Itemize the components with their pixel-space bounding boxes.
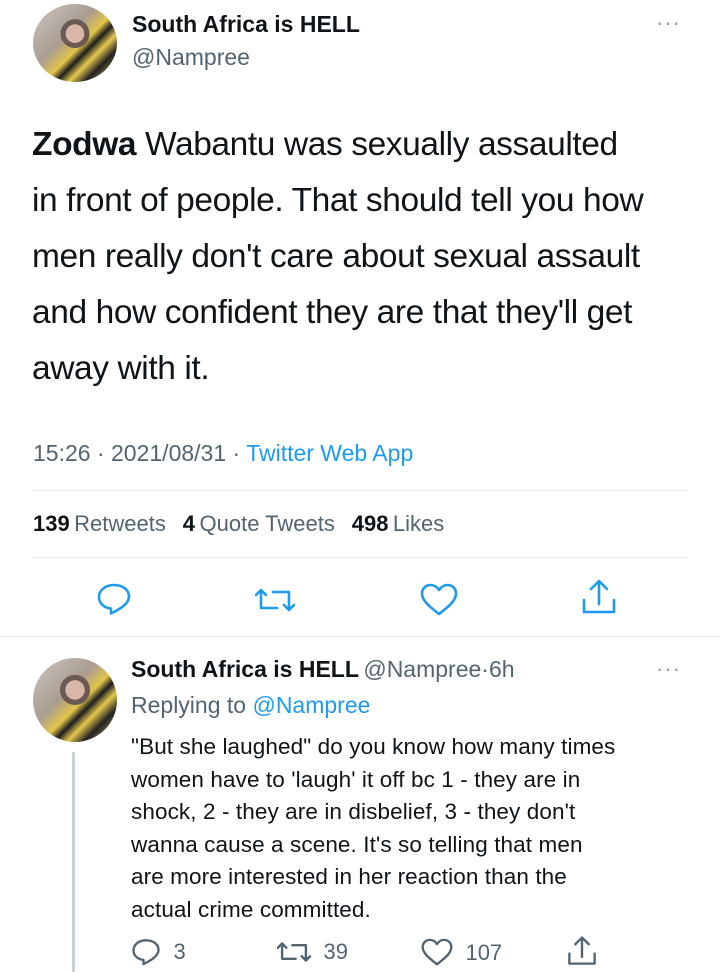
avatar[interactable] — [33, 658, 117, 742]
retweets-label: Retweets — [74, 511, 166, 536]
tweet-line-1-rest: Wabantu was sexually assaulted — [136, 126, 618, 163]
heart-icon[interactable] — [420, 583, 458, 617]
share-icon[interactable] — [566, 935, 598, 967]
replying-to-label: Replying to — [131, 692, 247, 718]
share-icon[interactable] — [580, 578, 618, 616]
retweets-stat[interactable]: 139 Retweets — [33, 511, 170, 536]
quote-tweets-count: 4 — [182, 511, 196, 536]
tweet-line-3: men really don't care about sexual assau… — [32, 238, 640, 275]
likes-count: 498 — [351, 511, 389, 536]
reply-count: 3 — [173, 939, 186, 964]
tweet-age[interactable]: 6h — [489, 656, 515, 682]
retweets-count: 139 — [33, 511, 70, 536]
like-count: 107 — [465, 939, 503, 965]
user-handle[interactable]: @Nampree — [132, 44, 250, 71]
retweet-count: 39 — [323, 939, 348, 964]
meta-separator: · — [232, 440, 241, 466]
display-name[interactable]: South Africa is HELL — [132, 11, 360, 38]
reply-icon[interactable] — [96, 582, 132, 616]
tweet-text: Zodwa Wabantu was sexually assaulted in … — [32, 117, 712, 397]
quote-tweets-stat[interactable]: 4 Quote Tweets — [183, 511, 340, 536]
retweet-icon — [277, 938, 311, 966]
quote-tweets-label: Quote Tweets — [199, 511, 335, 536]
reply-line: actual crime committed. — [131, 896, 371, 922]
divider — [32, 490, 688, 491]
reply-line: are more interested in her reaction than… — [131, 864, 567, 889]
reply-like-button[interactable]: 107 — [421, 938, 502, 967]
tweet-date[interactable]: 2021/08/31 — [111, 440, 226, 466]
user-handle[interactable]: @Nampree — [363, 656, 481, 682]
more-icon[interactable]: ··· — [656, 656, 681, 682]
tweet-source-link[interactable]: Twitter Web App — [246, 440, 413, 466]
more-icon[interactable]: ··· — [656, 10, 681, 36]
reply-header: South Africa is HELL @Nampree·6h — [131, 656, 515, 683]
likes-stat[interactable]: 498 Likes — [352, 511, 445, 536]
tweet-line-4: and how confident they are that they'll … — [32, 294, 633, 331]
retweet-icon[interactable] — [255, 584, 295, 616]
tweet-line-1: Zodwa Wabantu was sexually assaulted — [32, 117, 712, 173]
reply-icon — [131, 937, 161, 967]
display-name[interactable]: South Africa is HELL — [131, 656, 359, 682]
reply-line: "But she laughed" do you know how many t… — [131, 734, 616, 759]
header-dot: · — [481, 656, 489, 682]
tweet-bold-word[interactable]: Zodwa — [32, 126, 136, 163]
tweet-stats: 139 Retweets 4 Quote Tweets 498 Likes — [33, 511, 444, 537]
likes-label: Likes — [392, 511, 445, 536]
divider — [0, 636, 720, 637]
tweet-meta: 15:26 · 2021/08/31 · Twitter Web App — [33, 440, 413, 467]
reply-line: shock, 2 - they are in disbelief, 3 - th… — [131, 799, 576, 824]
reply-line: women have to 'laugh' it off bc 1 - they… — [131, 766, 581, 792]
replying-to: Replying to @Nampree — [131, 692, 370, 719]
avatar[interactable] — [33, 4, 117, 82]
divider — [32, 557, 688, 558]
reply-line: wanna cause a scene. It's so telling tha… — [131, 831, 583, 857]
tweet-time[interactable]: 15:26 — [33, 440, 91, 466]
tweet-line-5: away with it. — [32, 350, 210, 387]
thread-line — [72, 752, 75, 972]
reply-retweet-button[interactable]: 39 — [277, 938, 348, 966]
meta-separator: · — [96, 440, 105, 466]
replying-to-handle[interactable]: @Nampree — [252, 692, 370, 718]
reply-reply-button[interactable]: 3 — [131, 937, 186, 967]
heart-icon — [421, 938, 453, 967]
reply-text: "But she laughed" do you know how many t… — [131, 731, 711, 926]
tweet-line-2: in front of people. That should tell you… — [32, 182, 644, 219]
